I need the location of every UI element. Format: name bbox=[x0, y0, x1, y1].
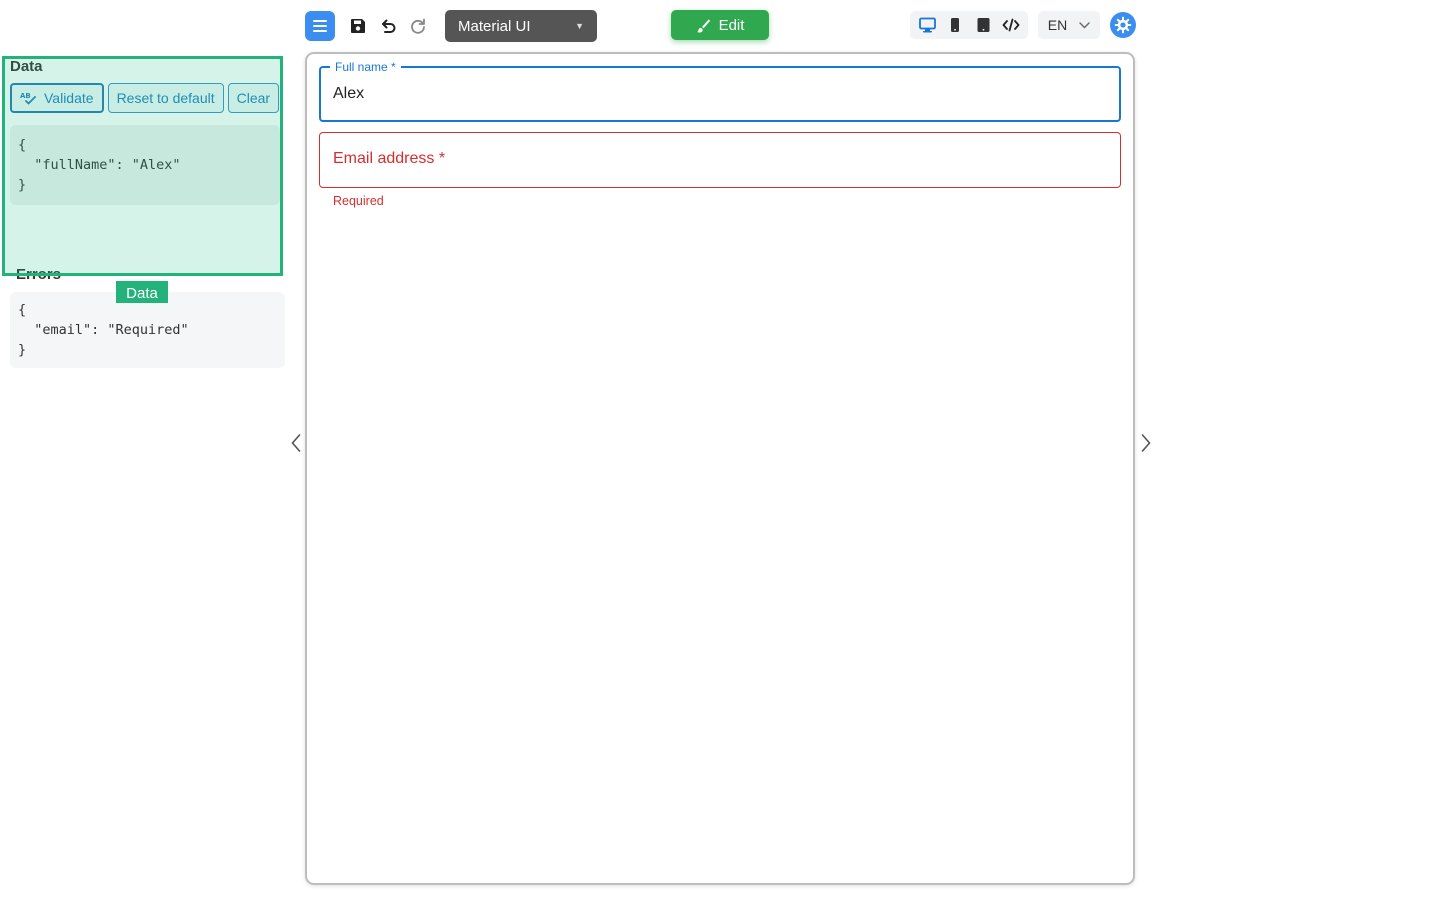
spellcheck-icon: AB bbox=[20, 92, 36, 105]
full-name-label-text: Full name bbox=[335, 60, 388, 74]
device-switcher bbox=[910, 11, 1028, 39]
history-toolbar bbox=[345, 11, 431, 41]
full-name-label: Full name * bbox=[330, 59, 401, 75]
svg-text:AB: AB bbox=[20, 92, 31, 100]
save-icon bbox=[351, 19, 365, 33]
theme-select-value: Material UI bbox=[458, 17, 531, 35]
errors-section-title: Errors bbox=[16, 266, 62, 283]
chevron-down-icon bbox=[1079, 21, 1090, 28]
reset-to-default-button[interactable]: Reset to default bbox=[107, 83, 224, 113]
errors-json-view: { "email": "Required" } bbox=[10, 292, 285, 368]
email-field[interactable]: Email address * bbox=[319, 132, 1121, 188]
data-actions: AB Validate Reset to default Clear bbox=[4, 83, 284, 113]
chevron-left-icon bbox=[291, 434, 301, 452]
desktop-view-button[interactable] bbox=[914, 12, 940, 38]
language-select[interactable]: EN bbox=[1038, 11, 1100, 39]
tablet-icon bbox=[951, 18, 959, 32]
undo-icon bbox=[382, 19, 396, 33]
email-label: Email address * bbox=[333, 150, 445, 168]
caret-down-icon: ▼ bbox=[575, 21, 584, 31]
data-highlight-label: Data bbox=[116, 281, 168, 303]
hamburger-icon bbox=[313, 20, 327, 32]
redo-button[interactable] bbox=[405, 11, 431, 41]
undo-button[interactable] bbox=[375, 11, 401, 41]
edit-button[interactable]: Edit bbox=[671, 10, 769, 40]
full-name-field[interactable]: Full name * Alex bbox=[319, 59, 1121, 122]
reset-button-label: Reset to default bbox=[116, 90, 215, 106]
gear-icon bbox=[1114, 16, 1132, 34]
required-mark: * bbox=[438, 150, 446, 167]
email-label-text: Email address bbox=[333, 150, 435, 167]
theme-select[interactable]: Material UI ▼ bbox=[445, 10, 597, 42]
clear-button[interactable]: Clear bbox=[227, 83, 280, 113]
desktop-icon bbox=[918, 17, 936, 33]
required-mark: * bbox=[391, 60, 396, 74]
form-canvas: Full name * Alex Email address * Require… bbox=[305, 52, 1135, 885]
full-name-value: Alex bbox=[333, 85, 365, 102]
code-icon bbox=[1002, 18, 1020, 32]
tablet-view-button[interactable] bbox=[942, 12, 968, 38]
code-view-button[interactable] bbox=[998, 12, 1024, 38]
validate-button[interactable]: AB Validate bbox=[10, 83, 104, 113]
redo-icon bbox=[411, 18, 425, 34]
prev-arrow-button[interactable] bbox=[286, 432, 306, 454]
chevron-right-icon bbox=[1141, 434, 1151, 452]
brush-icon bbox=[696, 18, 710, 33]
next-arrow-button[interactable] bbox=[1136, 432, 1156, 454]
validate-button-label: Validate bbox=[44, 90, 94, 106]
edit-button-label: Edit bbox=[718, 16, 745, 34]
data-section-title: Data bbox=[10, 58, 43, 75]
save-button[interactable] bbox=[345, 11, 371, 41]
menu-button[interactable] bbox=[305, 11, 335, 41]
settings-button[interactable] bbox=[1110, 12, 1136, 38]
email-error-text: Required bbox=[333, 194, 384, 208]
clear-button-label: Clear bbox=[236, 90, 271, 106]
data-json-view: { "fullName": "Alex" } bbox=[10, 125, 280, 205]
mobile-icon bbox=[977, 18, 989, 32]
mobile-view-button[interactable] bbox=[970, 12, 996, 38]
data-panel: Data AB Validate Reset to default Clear … bbox=[4, 58, 285, 368]
language-value: EN bbox=[1047, 17, 1068, 33]
